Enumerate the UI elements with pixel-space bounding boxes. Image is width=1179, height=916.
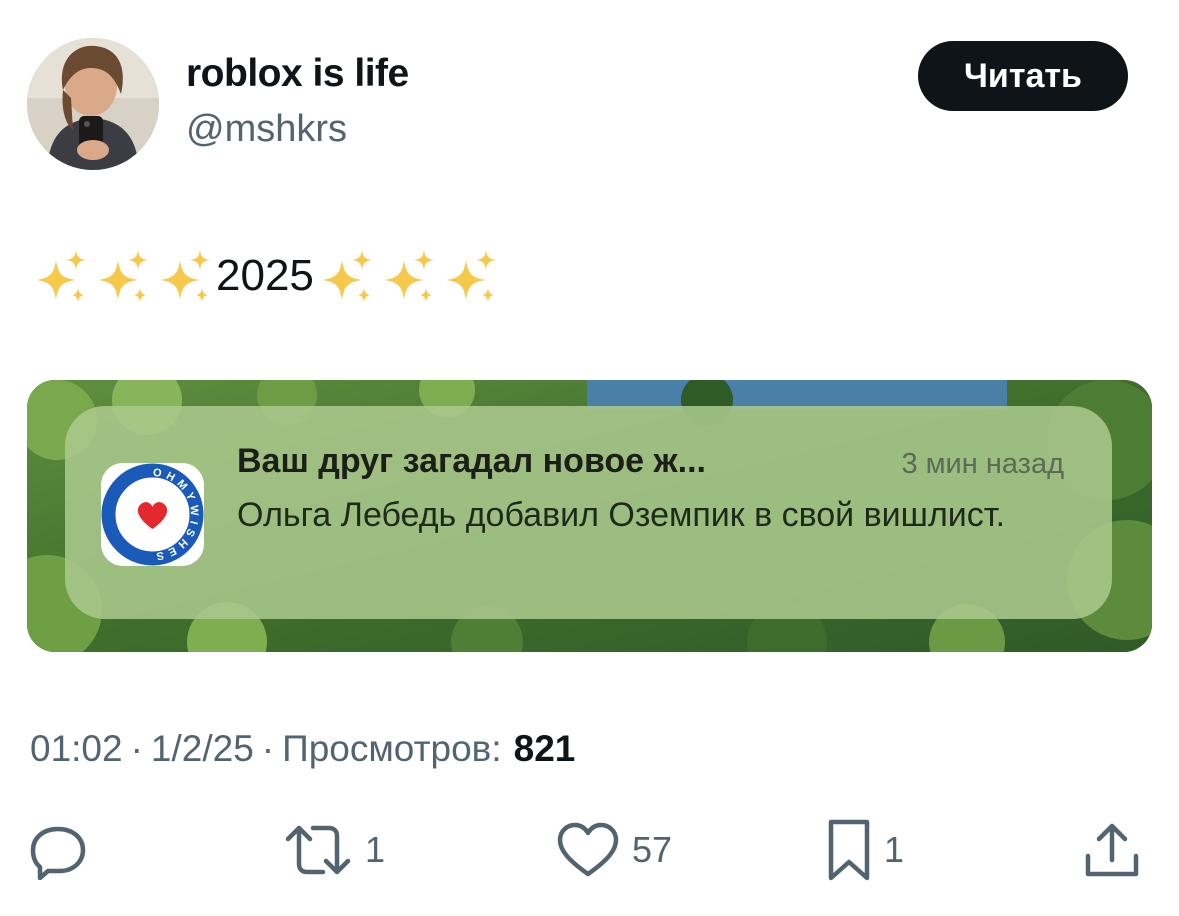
bookmark-icon (828, 819, 870, 881)
reply-button[interactable] (28, 815, 88, 885)
sparkles-icon (98, 250, 148, 302)
bookmark-button[interactable]: 1 (826, 815, 904, 885)
like-count: 57 (632, 829, 673, 870)
author-display-name[interactable]: roblox is life (186, 52, 409, 96)
wishlist-heart-app-icon: OHMYWISHES (101, 463, 204, 566)
tweet-text: 2025 (30, 246, 500, 306)
notification-body: Ольга Лебедь добавил Оземпик в свой вишл… (237, 496, 1006, 534)
like-button[interactable]: 57 (556, 815, 672, 885)
separator-dot: · (130, 728, 143, 769)
sparkles-icon (160, 250, 210, 302)
retweet-icon (285, 825, 351, 875)
sparkles-icon (445, 250, 496, 302)
sparkles-group-left (30, 246, 214, 306)
tweet-media-image[interactable]: OHMYWISHES Ваш друг загадал новое ж... 3… (27, 380, 1152, 652)
follow-button[interactable]: Читать (918, 41, 1128, 111)
share-button[interactable] (1082, 815, 1142, 885)
sparkles-icon (36, 250, 86, 302)
share-icon (1085, 823, 1139, 877)
views-label: Просмотров: (282, 728, 502, 769)
tweet-action-bar: 1 57 1 (0, 815, 1179, 885)
retweet-count: 1 (365, 829, 386, 870)
sparkles-icon (321, 250, 372, 302)
views-count: 821 (513, 728, 576, 769)
sparkles-icon (383, 250, 434, 302)
author-avatar[interactable] (27, 38, 159, 170)
author-handle[interactable]: @mshkrs (186, 108, 347, 151)
notification-card[interactable]: OHMYWISHES Ваш друг загадал новое ж... 3… (65, 406, 1112, 619)
tweet-meta: 01:02 · 1/2/25 · Просмотров: 821 (30, 728, 575, 770)
notification-title: Ваш друг загадал новое ж... (237, 442, 706, 480)
sparkles-group-right (316, 246, 500, 306)
tweet-time[interactable]: 01:02 (30, 728, 123, 770)
retweet-button[interactable]: 1 (283, 815, 385, 885)
heart-icon (557, 822, 619, 877)
bookmark-count: 1 (884, 829, 905, 870)
reply-icon (30, 826, 86, 880)
tweet-year-text: 2025 (216, 251, 314, 300)
user-avatar-photo (27, 38, 159, 170)
notification-time: 3 мин назад (901, 448, 1064, 480)
tweet-date[interactable]: 1/2/25 (151, 728, 254, 770)
separator-dot: · (261, 728, 275, 769)
